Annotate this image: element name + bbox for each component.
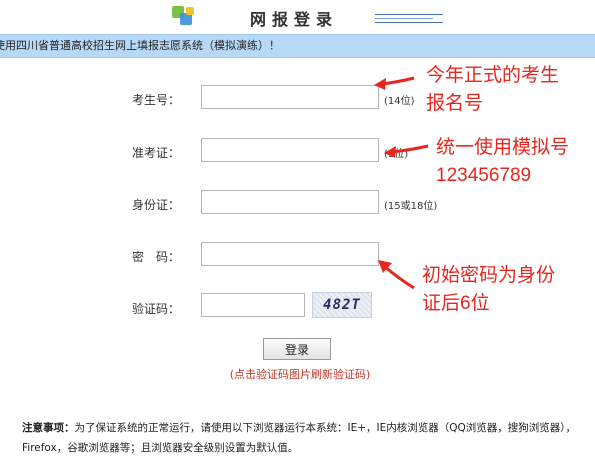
arrow-icon xyxy=(378,260,415,290)
captcha-text: 482T xyxy=(323,297,361,313)
notice: 注意事项：为了保证系统的正常运行，请使用以下浏览器运行本系统：IE+，IE内核浏… xyxy=(22,418,582,458)
captcha-input[interactable] xyxy=(201,293,305,317)
header-decoration-line xyxy=(375,18,433,19)
site-logo xyxy=(170,4,200,28)
login-button[interactable]: 登录 xyxy=(263,338,331,360)
banner-text: 使用四川省普通高校招生网上填报志愿系统（模拟演练）！ xyxy=(0,39,280,52)
annotation-line: 报名号 xyxy=(426,93,484,114)
annotation-ticket-no: 统一使用模拟号 123456789 xyxy=(436,134,569,190)
annotation-line: 今年正式的考生 xyxy=(426,65,560,86)
annotation-line: 初始密码为身份 xyxy=(422,265,556,286)
captcha-label: 验证码： xyxy=(131,302,180,316)
id-no-input[interactable] xyxy=(201,190,379,214)
arrow-icon xyxy=(384,144,429,158)
annotation-password: 初始密码为身份 证后6位 xyxy=(422,262,555,318)
annotation-exam-no: 今年正式的考生 报名号 xyxy=(426,62,559,118)
annotation-line: 123456789 xyxy=(436,165,532,186)
id-no-label: 身份证： xyxy=(131,198,180,212)
annotation-line: 证后6位 xyxy=(422,293,490,314)
ticket-no-input[interactable] xyxy=(201,138,379,162)
password-input[interactable] xyxy=(201,242,379,266)
annotation-line: 统一使用模拟号 xyxy=(436,137,570,158)
ticket-no-label: 准考证： xyxy=(131,146,180,160)
header-decoration-line xyxy=(375,14,443,15)
exam-no-label: 考生号： xyxy=(131,93,180,107)
refresh-captcha-tip: (点击验证码图片刷新验证码) xyxy=(229,368,371,381)
banner: 使用四川省普通高校招生网上填报志愿系统（模拟演练）！ xyxy=(0,34,595,58)
arrow-icon xyxy=(374,76,415,90)
exam-no-hint: (14位) xyxy=(384,96,415,107)
notice-body: 为了保证系统的正常运行，请使用以下浏览器运行本系统：IE+，IE内核浏览器（QQ… xyxy=(22,422,577,454)
id-no-hint: (15或18位) xyxy=(384,201,438,212)
page-title: 网报登录 xyxy=(250,10,339,29)
exam-no-input[interactable] xyxy=(201,85,379,109)
notice-title: 注意事项： xyxy=(22,422,75,434)
password-label: 密 码： xyxy=(131,250,180,264)
captcha-image[interactable]: 482T xyxy=(312,292,372,318)
header-decoration-line xyxy=(375,22,443,23)
